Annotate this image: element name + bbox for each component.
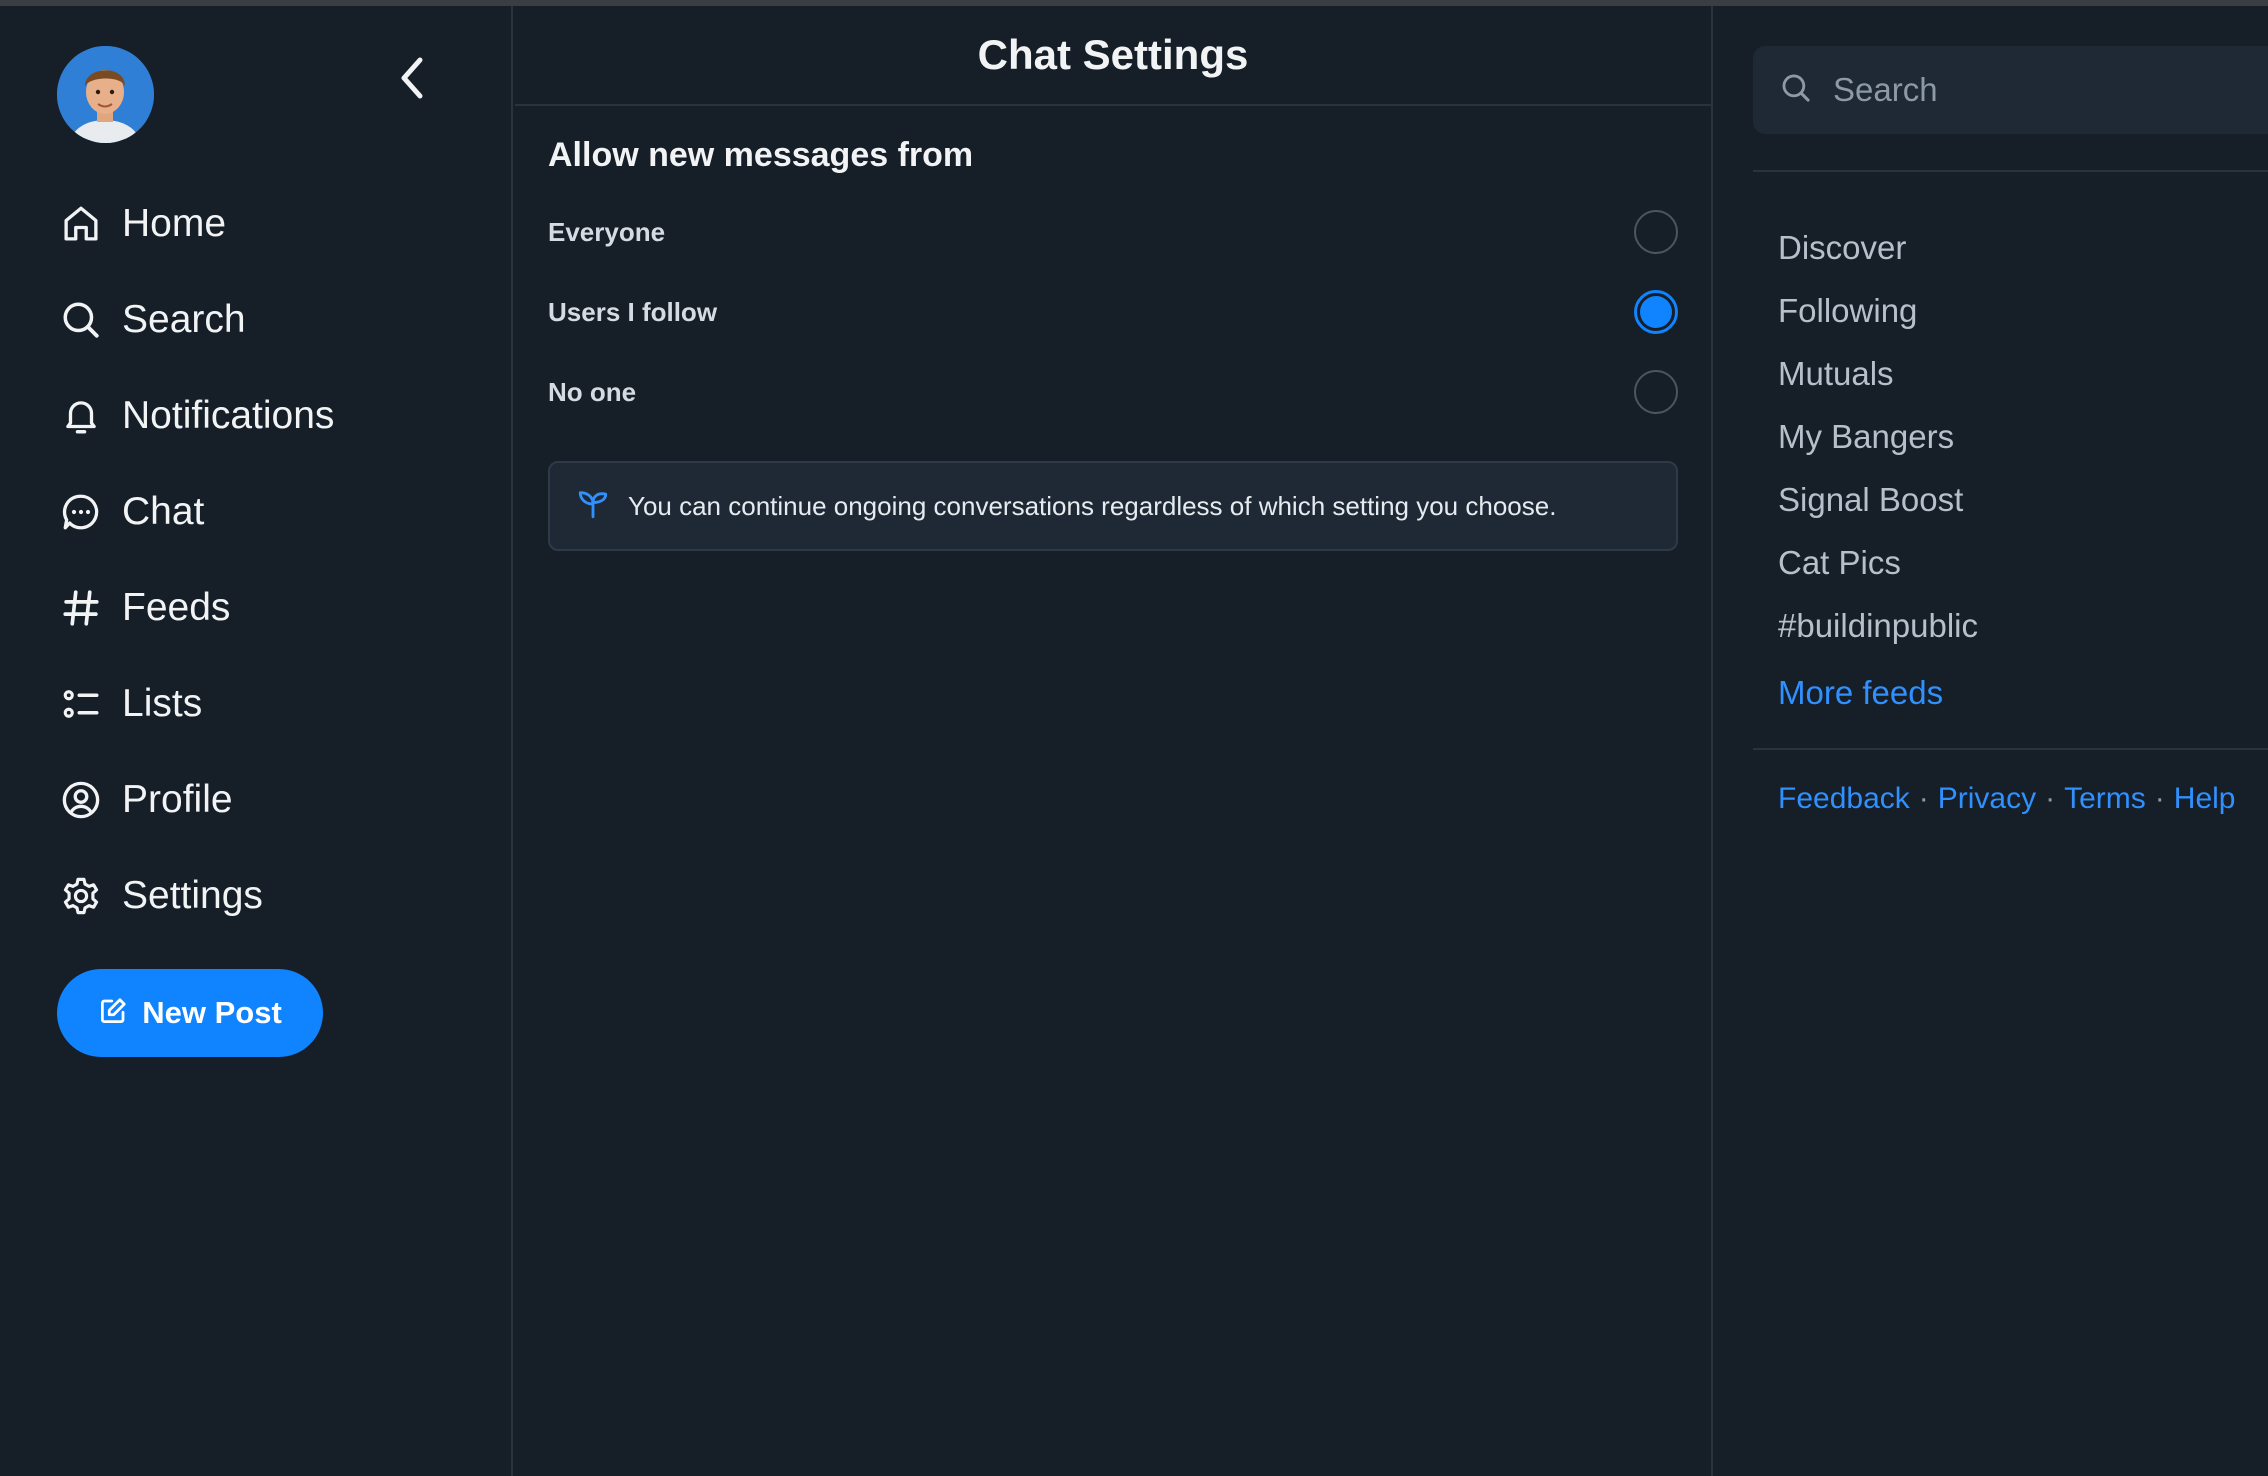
main-nav: Home Search Notifications Chat Feeds Lis… — [58, 176, 334, 944]
nav-item-notifications[interactable]: Notifications — [58, 368, 334, 464]
privacy-link[interactable]: Privacy — [1938, 782, 2036, 815]
search-icon — [1779, 71, 1813, 110]
nav-item-feeds[interactable]: Feeds — [58, 560, 334, 656]
nav-label: Profile — [122, 778, 233, 821]
home-icon — [58, 201, 104, 247]
compose-icon — [98, 996, 128, 1031]
sprout-icon — [576, 487, 610, 526]
option-everyone[interactable]: Everyone — [548, 202, 1678, 262]
nav-item-profile[interactable]: Profile — [58, 752, 334, 848]
nav-item-settings[interactable]: Settings — [58, 848, 334, 944]
section-title: Allow new messages from — [548, 136, 974, 174]
feed-item-signal-boost[interactable]: Signal Boost — [1778, 468, 1978, 531]
more-feeds-link[interactable]: More feeds — [1778, 661, 1978, 724]
nav-label: Chat — [122, 490, 205, 533]
nav-item-search[interactable]: Search — [58, 272, 334, 368]
feed-item-following[interactable]: Following — [1778, 279, 1978, 342]
option-users-i-follow[interactable]: Users I follow — [548, 282, 1678, 342]
left-sidebar: Home Search Notifications Chat Feeds Lis… — [0, 6, 513, 1476]
feedback-link[interactable]: Feedback — [1778, 782, 1910, 815]
option-label: Everyone — [548, 216, 666, 247]
page-header: Chat Settings — [515, 6, 1711, 106]
nav-label: Search — [122, 298, 246, 341]
user-circle-icon — [58, 777, 104, 823]
main-column: Chat Settings Allow new messages from Ev… — [515, 6, 1713, 1476]
chevron-left-icon — [401, 57, 423, 99]
separator-dot: · — [1918, 782, 1929, 815]
feed-item-cat-pics[interactable]: Cat Pics — [1778, 531, 1978, 594]
nav-item-home[interactable]: Home — [58, 176, 334, 272]
radio-everyone[interactable] — [1634, 210, 1678, 254]
feed-item-buildinpublic[interactable]: #buildinpublic — [1778, 594, 1978, 657]
nav-item-lists[interactable]: Lists — [58, 656, 334, 752]
nav-label: Home — [122, 202, 227, 245]
divider — [1753, 748, 2268, 750]
divider — [1753, 170, 2268, 172]
separator-dot: · — [2045, 782, 2056, 815]
bell-icon — [58, 393, 104, 439]
info-text: You can continue ongoing conversations r… — [628, 490, 1557, 521]
page-title: Chat Settings — [977, 31, 1249, 78]
help-link[interactable]: Help — [2174, 782, 2236, 815]
chat-icon — [58, 489, 104, 535]
feed-item-my-bangers[interactable]: My Bangers — [1778, 405, 1978, 468]
gear-icon — [58, 873, 104, 919]
new-post-label: New Post — [142, 995, 282, 1030]
nav-item-chat[interactable]: Chat — [58, 464, 334, 560]
nav-label: Lists — [122, 682, 203, 725]
new-post-button[interactable]: New Post — [57, 969, 323, 1057]
feed-item-discover[interactable]: Discover — [1778, 216, 1978, 279]
avatar-image — [57, 46, 154, 143]
collapse-sidebar-button[interactable] — [390, 50, 434, 106]
search-icon — [58, 297, 104, 343]
search-box[interactable] — [1753, 46, 2268, 134]
list-icon — [58, 681, 104, 727]
right-sidebar: Discover Following Mutuals My Bangers Si… — [1715, 6, 2268, 1476]
option-label: Users I follow — [548, 296, 718, 327]
separator-dot: · — [2154, 782, 2165, 815]
avatar[interactable] — [57, 46, 154, 143]
nav-label: Feeds — [122, 586, 231, 629]
terms-link[interactable]: Terms — [2064, 782, 2146, 815]
radio-no-one[interactable] — [1634, 370, 1678, 414]
search-input[interactable] — [1831, 70, 2235, 110]
feeds-list: Discover Following Mutuals My Bangers Si… — [1778, 216, 1978, 724]
footer-links: Feedback · Privacy · Terms · Help — [1778, 782, 2235, 816]
info-notice: You can continue ongoing conversations r… — [548, 461, 1678, 551]
option-label: No one — [548, 376, 637, 407]
option-no-one[interactable]: No one — [548, 362, 1678, 422]
radio-users-i-follow[interactable] — [1634, 290, 1678, 334]
hash-icon — [58, 585, 104, 631]
nav-label: Settings — [122, 874, 263, 917]
radio-selected-dot — [1640, 296, 1672, 328]
feed-item-mutuals[interactable]: Mutuals — [1778, 342, 1978, 405]
nav-label: Notifications — [122, 394, 335, 437]
